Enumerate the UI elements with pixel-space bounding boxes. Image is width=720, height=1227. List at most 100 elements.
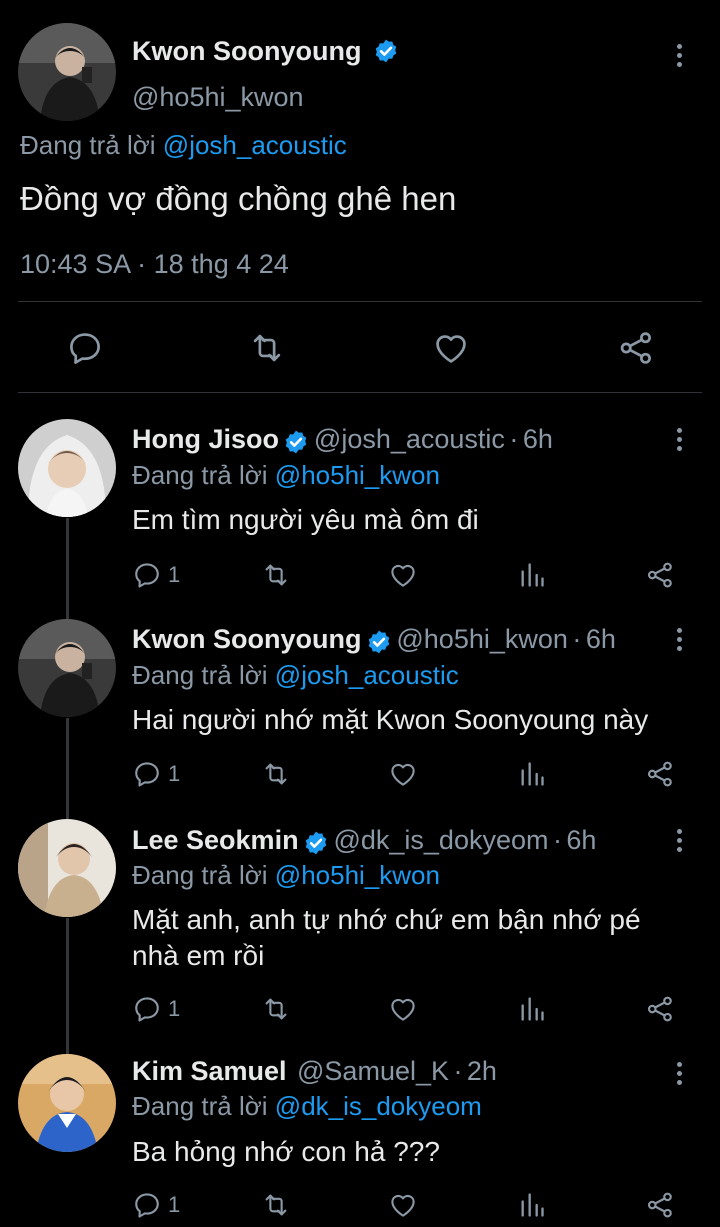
- reply-author-handle[interactable]: @ho5hi_kwon: [396, 624, 568, 654]
- avatar-photo: [18, 819, 116, 917]
- reply-avatar[interactable]: [18, 1054, 116, 1152]
- tweet-date: 18 thg 4 24: [153, 249, 289, 279]
- replying-to-mention[interactable]: @josh_acoustic: [275, 660, 459, 690]
- reply-header: Lee Seokmin @dk_is_dokyeom · 6h: [132, 825, 596, 856]
- tweet-timestamp[interactable]: 10:43 SA · 18 thg 4 24: [20, 249, 289, 280]
- views-icon[interactable]: [518, 759, 546, 789]
- reply-avatar[interactable]: [18, 819, 116, 917]
- reply-age: 6h: [522, 424, 553, 454]
- replying-to: Đang trả lời @josh_acoustic: [20, 130, 347, 161]
- reply-icon[interactable]: [132, 560, 162, 590]
- reply-text: Mặt anh, anh tự nhớ chứ em bận nhớ pé nh…: [132, 902, 641, 974]
- reply-author-handle[interactable]: @dk_is_dokyeom: [333, 825, 548, 855]
- like-icon[interactable]: [388, 560, 418, 590]
- reply-text: Em tìm người yêu mà ôm đi: [132, 504, 479, 535]
- reply-count: 1: [168, 761, 181, 786]
- reply-text: Ba hỏng nhớ con hả ???: [132, 1136, 440, 1167]
- retweet-icon[interactable]: [247, 329, 287, 367]
- reply-text-line: Mặt anh, anh tự nhớ chứ em bận nhớ pé: [132, 904, 641, 935]
- replying-to: Đang trả lời @dk_is_dokyeom: [132, 1091, 482, 1122]
- replying-prefix: Đang trả lời: [132, 460, 268, 490]
- views-icon[interactable]: [518, 1190, 546, 1220]
- author-avatar[interactable]: [18, 23, 116, 121]
- reply-author-handle[interactable]: @Samuel_K: [297, 1056, 449, 1086]
- divider: [18, 301, 702, 302]
- reply-header: Hong Jisoo @josh_acoustic · 6h: [132, 424, 553, 455]
- reply-avatar[interactable]: [18, 619, 116, 717]
- avatar-photo: [18, 1054, 116, 1152]
- thread-line: [66, 918, 69, 1055]
- like-icon[interactable]: [388, 1190, 418, 1220]
- more-options-icon[interactable]: [677, 428, 683, 455]
- retweet-icon[interactable]: [260, 560, 292, 590]
- thread-line: [66, 518, 69, 620]
- avatar-photo: [18, 419, 116, 517]
- verified-badge-icon: [286, 430, 307, 454]
- replying-to-mention[interactable]: @ho5hi_kwon: [275, 860, 440, 890]
- replying-to: Đang trả lời @ho5hi_kwon: [132, 860, 440, 891]
- reply-count: 1: [168, 996, 181, 1021]
- thread-line: [66, 718, 69, 820]
- reply-count: 1: [168, 1192, 181, 1217]
- share-icon[interactable]: [645, 994, 675, 1024]
- reply-icon[interactable]: [132, 994, 162, 1024]
- avatar-photo: [18, 619, 116, 717]
- replying-to-mention[interactable]: @dk_is_dokyeom: [275, 1091, 482, 1121]
- more-options-icon[interactable]: [677, 1062, 683, 1089]
- tweet-time: 10:43 SA: [20, 249, 130, 279]
- reply-author-name[interactable]: Kim Samuel: [132, 1056, 287, 1086]
- verified-badge-icon: [368, 630, 390, 654]
- reply-text-line: nhà em rồi: [132, 940, 265, 971]
- divider: [18, 392, 702, 393]
- reply-author-handle[interactable]: @josh_acoustic: [314, 424, 505, 454]
- replying-prefix: Đang trả lời: [132, 660, 268, 690]
- share-icon[interactable]: [645, 560, 675, 590]
- separator: ·: [453, 1056, 463, 1086]
- share-icon[interactable]: [617, 329, 655, 367]
- reply-author-name[interactable]: Kwon Soonyoung: [132, 624, 361, 654]
- verified-badge-icon: [305, 831, 327, 855]
- author-name-text: Kwon Soonyoung: [132, 36, 362, 66]
- views-icon[interactable]: [518, 560, 546, 590]
- separator: ·: [552, 825, 562, 855]
- retweet-icon[interactable]: [260, 994, 292, 1024]
- replying-to-mention[interactable]: @ho5hi_kwon: [275, 460, 440, 490]
- reply-author-name[interactable]: Hong Jisoo: [132, 424, 279, 454]
- reply-count: 1: [168, 562, 181, 587]
- like-icon[interactable]: [388, 994, 418, 1024]
- timestamp-separator: ·: [137, 249, 147, 279]
- separator: ·: [509, 424, 519, 454]
- replying-to: Đang trả lời @josh_acoustic: [132, 660, 459, 691]
- like-icon[interactable]: [432, 329, 470, 367]
- reply-author-name[interactable]: Lee Seokmin: [132, 825, 299, 855]
- reply-header: Kim Samuel @Samuel_K · 2h: [132, 1056, 497, 1087]
- author-name[interactable]: Kwon Soonyoung: [132, 36, 399, 67]
- reply-icon[interactable]: [132, 1190, 162, 1220]
- separator: ·: [572, 624, 582, 654]
- reply-avatar[interactable]: [18, 419, 116, 517]
- more-options-icon[interactable]: [677, 829, 683, 856]
- tweet-text: Đồng vợ đồng chồng ghê hen: [20, 180, 457, 217]
- share-icon[interactable]: [645, 759, 675, 789]
- reply-icon[interactable]: [132, 759, 162, 789]
- replying-prefix: Đang trả lời: [132, 860, 268, 890]
- share-icon[interactable]: [645, 1190, 675, 1220]
- replying-to-mention[interactable]: @josh_acoustic: [163, 130, 347, 160]
- retweet-icon[interactable]: [260, 1190, 292, 1220]
- verified-badge-icon: [375, 39, 397, 63]
- replying-to: Đang trả lời @ho5hi_kwon: [132, 460, 440, 491]
- reply-age: 6h: [585, 624, 616, 654]
- reply-text: Hai người nhớ mặt Kwon Soonyoung này: [132, 704, 649, 735]
- reply-age: 6h: [566, 825, 597, 855]
- retweet-icon[interactable]: [260, 759, 292, 789]
- views-icon[interactable]: [518, 994, 546, 1024]
- reply-icon[interactable]: [66, 329, 104, 367]
- more-options-icon[interactable]: [677, 628, 683, 655]
- more-options-icon[interactable]: [677, 44, 683, 71]
- avatar-photo: [18, 23, 116, 121]
- replying-prefix: Đang trả lời: [20, 130, 156, 160]
- author-handle[interactable]: @ho5hi_kwon: [132, 82, 304, 113]
- replying-prefix: Đang trả lời: [132, 1091, 268, 1121]
- like-icon[interactable]: [388, 759, 418, 789]
- reply-header: Kwon Soonyoung @ho5hi_kwon · 6h: [132, 624, 616, 655]
